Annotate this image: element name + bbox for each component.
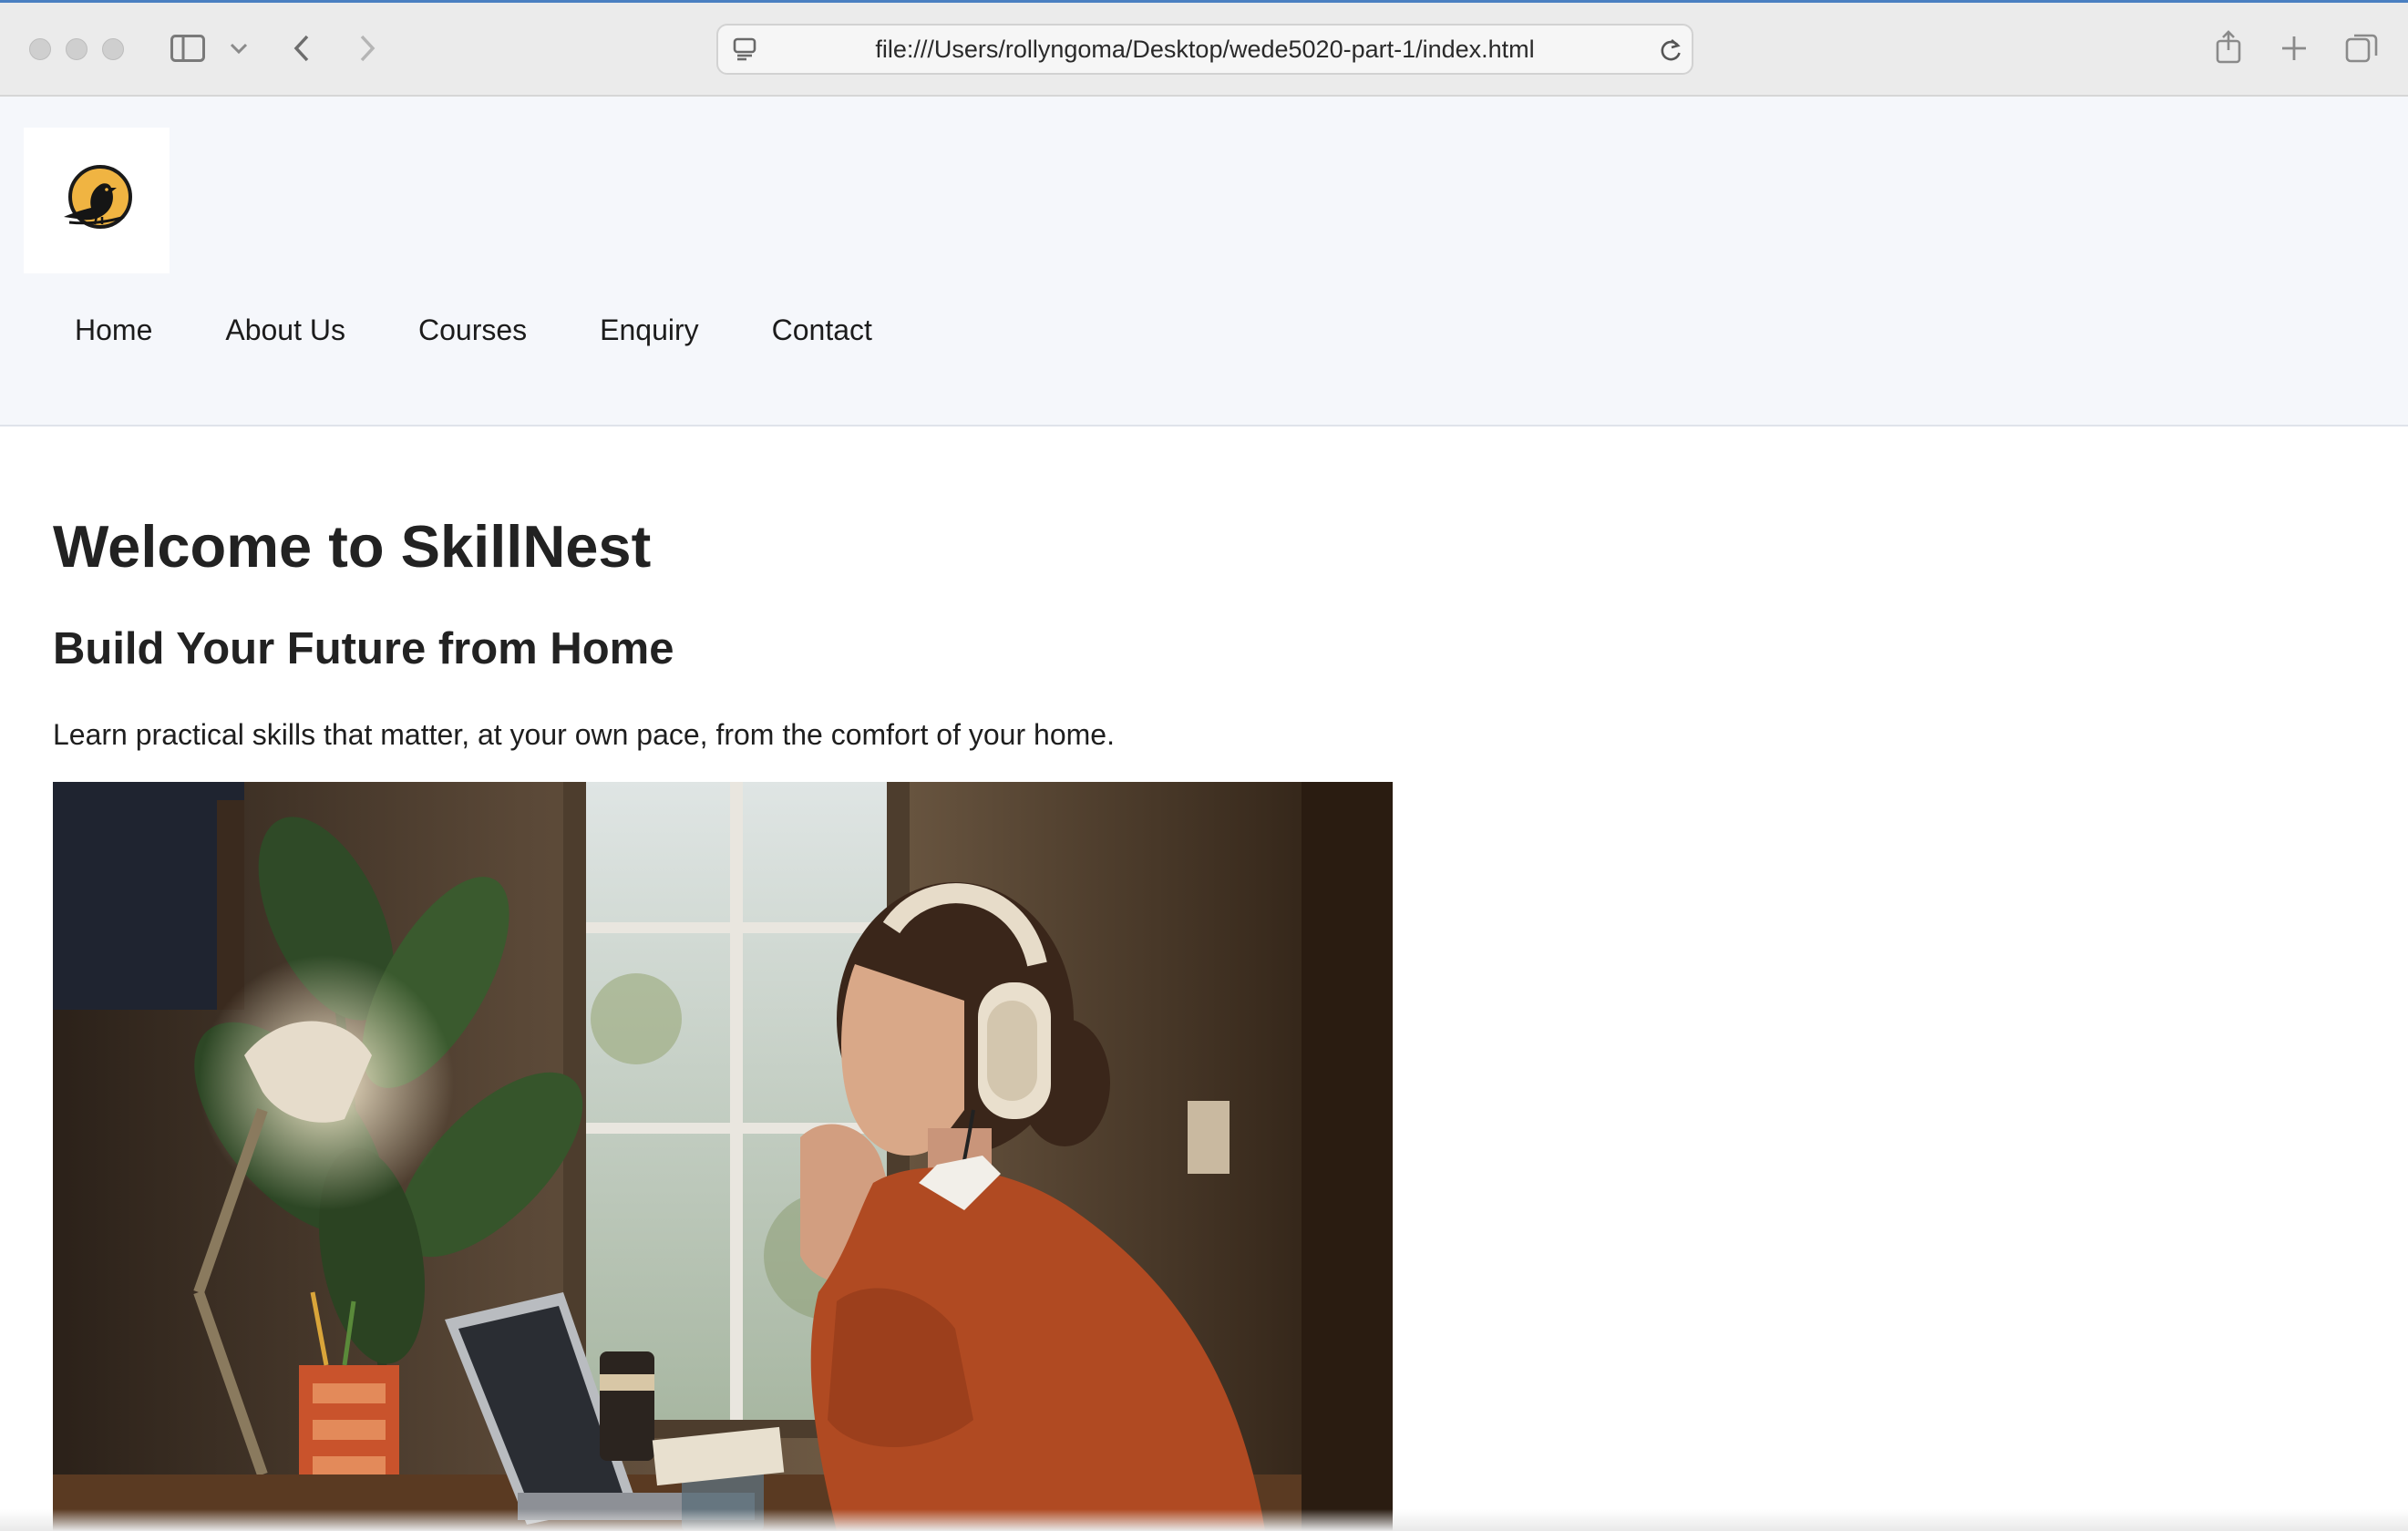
bottom-edge	[0, 1509, 2408, 1531]
nav-link-home[interactable]: Home	[75, 308, 152, 352]
nav-link-contact[interactable]: Contact	[772, 308, 872, 352]
intro-paragraph: Learn practical skills that matter, at y…	[53, 718, 1115, 751]
page-subtitle: Build Your Future from Home	[53, 624, 674, 673]
address-bar[interactable]: file:///Users/rollyngoma/Desktop/wede502…	[716, 24, 1693, 75]
main-nav: Home About Us Courses Enquiry Contact	[75, 308, 945, 352]
zoom-window-button[interactable]	[102, 38, 124, 60]
forward-icon[interactable]	[355, 33, 379, 64]
hero-image	[53, 782, 1393, 1531]
back-icon[interactable]	[290, 33, 314, 64]
minimize-window-button[interactable]	[66, 38, 87, 60]
share-icon[interactable]	[2213, 29, 2244, 66]
url-text: file:///Users/rollyngoma/Desktop/wede502…	[875, 35, 1535, 63]
site-header: Home About Us Courses Enquiry Contact	[0, 97, 2408, 426]
tab-overview-icon[interactable]	[2344, 31, 2379, 66]
nav-link-enquiry[interactable]: Enquiry	[600, 308, 699, 352]
browser-toolbar: file:///Users/rollyngoma/Desktop/wede502…	[0, 0, 2408, 97]
new-tab-icon[interactable]	[2279, 33, 2310, 64]
nav-link-courses[interactable]: Courses	[418, 308, 527, 352]
reload-icon[interactable]	[1657, 36, 1684, 64]
close-window-button[interactable]	[29, 38, 51, 60]
nav-link-about-us[interactable]: About Us	[225, 308, 345, 352]
page-title: Welcome to SkillNest	[53, 513, 652, 580]
bird-logo-icon	[64, 165, 132, 229]
sidebar-toggle-icon[interactable]	[170, 33, 206, 64]
site-logo[interactable]	[24, 128, 170, 273]
chevron-down-icon[interactable]	[228, 40, 250, 57]
woman-studying-illustration	[53, 782, 1393, 1531]
